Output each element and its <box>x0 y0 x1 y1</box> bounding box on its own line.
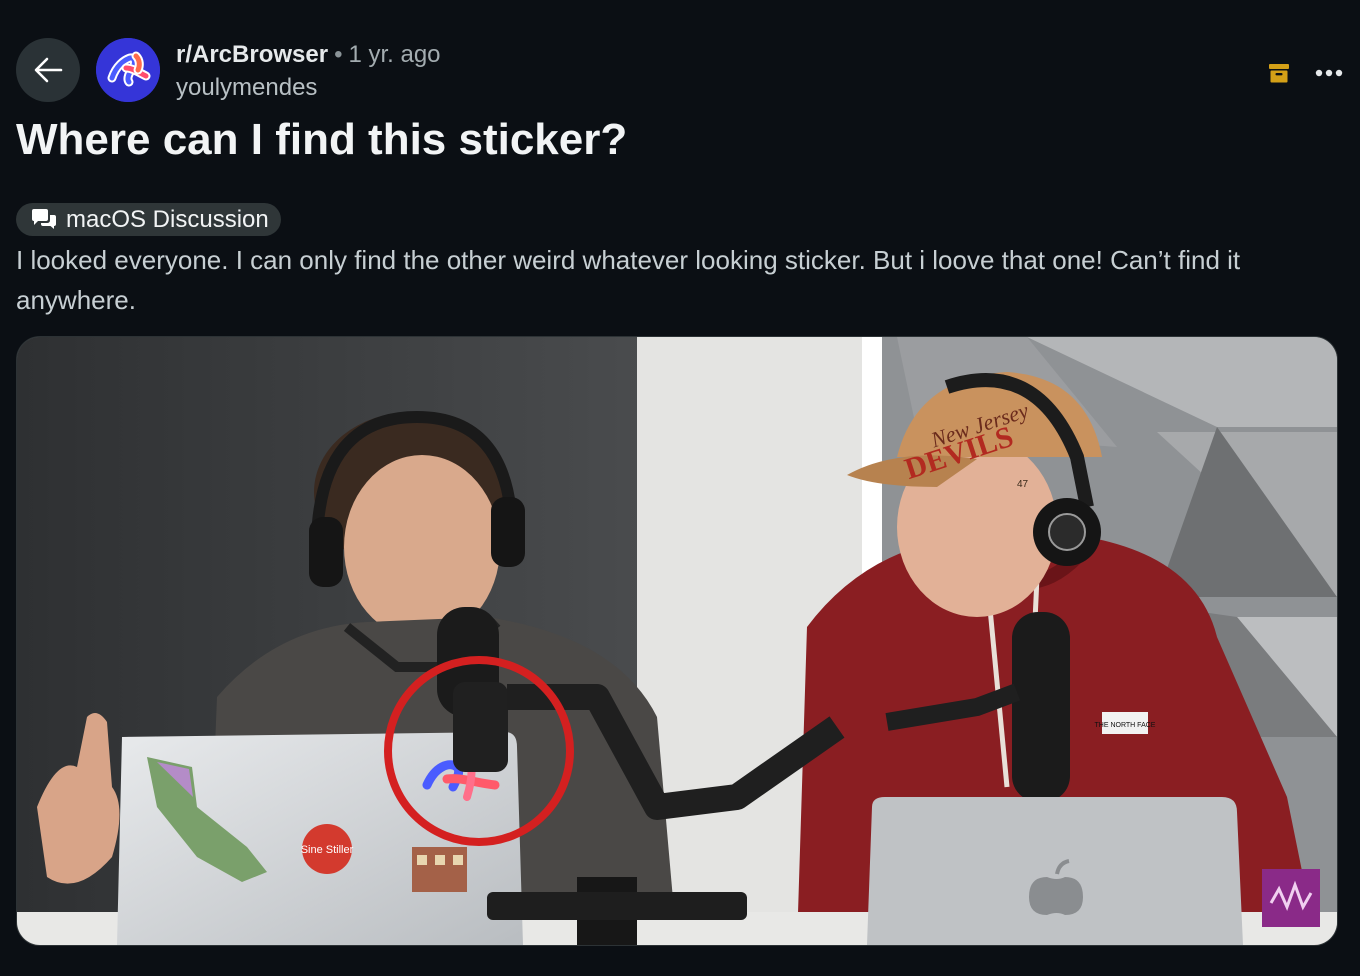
post-body: I looked everyone. I can only find the o… <box>16 245 1241 315</box>
archive-icon[interactable] <box>1268 62 1290 84</box>
flair-label: macOS Discussion <box>66 205 269 233</box>
arrow-left-icon <box>34 57 63 83</box>
post-title: Where can I find this sticker? <box>16 115 628 164</box>
post-flair[interactable]: macOS Discussion <box>16 203 281 236</box>
back-button[interactable] <box>16 38 80 102</box>
subreddit-avatar[interactable] <box>96 38 160 102</box>
subreddit-link[interactable]: r/ArcBrowser <box>176 41 328 68</box>
right-laptop <box>867 797 1243 945</box>
meta-separator: • <box>334 41 343 68</box>
author-link[interactable]: youlymendes <box>176 73 441 103</box>
header-actions <box>1268 58 1344 88</box>
more-horizontal-icon <box>1315 69 1343 77</box>
building-sticker <box>412 847 467 892</box>
sine-stiller-text: Sine Stiller <box>301 844 354 856</box>
chat-bubbles-icon <box>32 208 56 229</box>
arc-logo-icon <box>96 38 160 102</box>
hoodie-logo-text: THE NORTH FACE <box>1095 722 1156 729</box>
apple-logo-icon <box>1029 877 1083 915</box>
post-time: 1 yr. ago <box>348 41 441 68</box>
post-image[interactable]: THE NORTH FACE New Jersey DEVILS 47 Sine… <box>16 336 1338 946</box>
post-header: r/ArcBrowser • 1 yr. ago youlymendes <box>16 38 1344 104</box>
cap-brand-text: 47 <box>1017 479 1029 490</box>
more-options-button[interactable] <box>1314 58 1344 88</box>
podcast-photo: THE NORTH FACE New Jersey DEVILS 47 Sine… <box>17 337 1337 945</box>
right-microphone <box>1012 612 1070 802</box>
post-meta: r/ArcBrowser • 1 yr. ago youlymendes <box>176 40 441 103</box>
post-meta-line: r/ArcBrowser • 1 yr. ago <box>176 40 441 70</box>
